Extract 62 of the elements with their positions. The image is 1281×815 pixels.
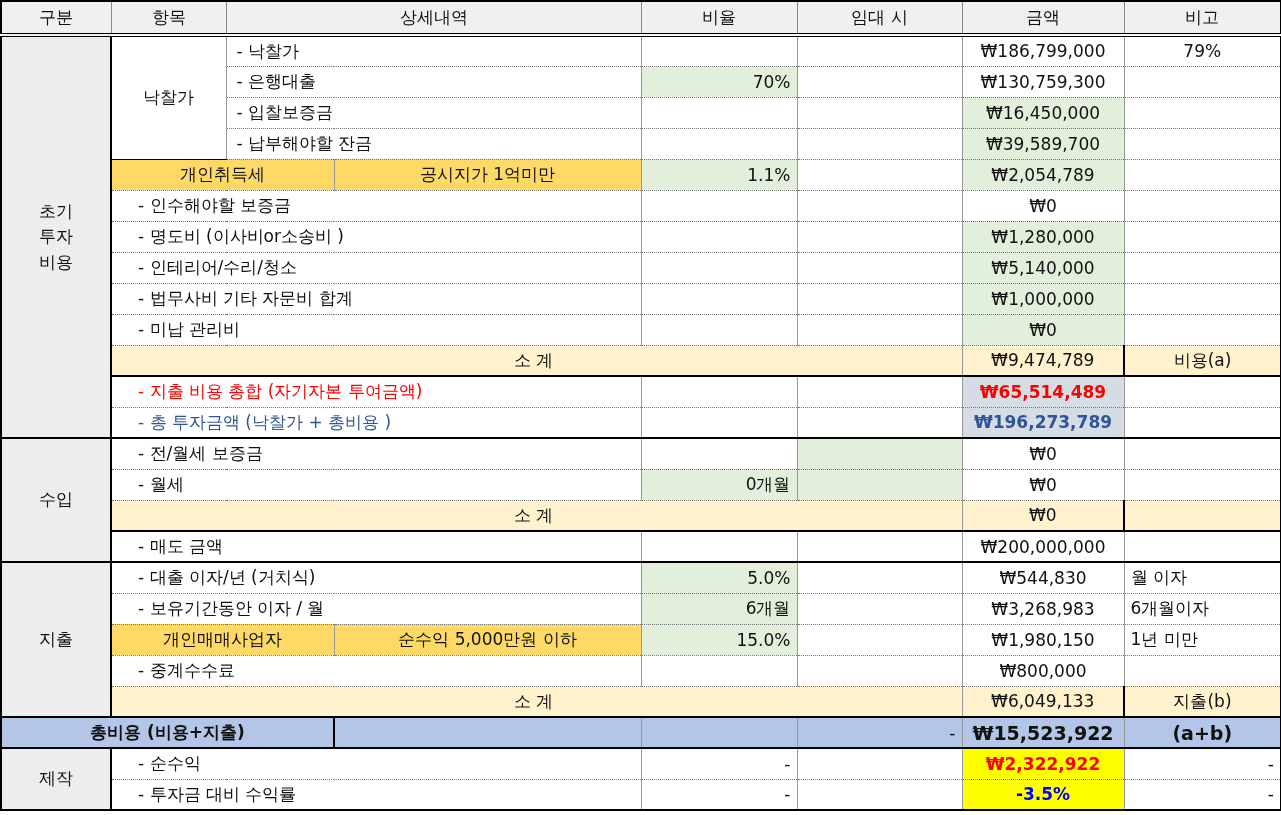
ratio-value: 0개월 <box>641 469 797 500</box>
column-header: 비율 <box>641 1 797 35</box>
subtotal-label: 소 계 <box>111 500 962 531</box>
amount-value: ₩0 <box>962 438 1124 469</box>
amount-value: ₩1,280,000 <box>962 221 1124 252</box>
amount-value: ₩2,054,789 <box>962 159 1124 190</box>
amount-value: ₩5,140,000 <box>962 252 1124 283</box>
row-label: - 명도비 (이사비or소송비 ) <box>111 221 641 252</box>
subtotal-label: 소 계 <box>111 686 962 717</box>
amount-value: ₩6,049,133 <box>962 686 1124 717</box>
rental-value: - <box>797 717 962 748</box>
amount-value: ₩544,830 <box>962 562 1124 593</box>
column-header: 금액 <box>962 1 1124 35</box>
row-label: - 순수익 <box>111 748 641 779</box>
ratio-value: 15.0% <box>641 624 797 655</box>
note-text: 비용(a) <box>1124 345 1281 376</box>
row-label: - 입찰보증금 <box>226 97 641 128</box>
section-label: 초기 투자 비용 <box>1 35 111 438</box>
note-text: (a+b) <box>1124 717 1281 748</box>
amount-value: ₩1,980,150 <box>962 624 1124 655</box>
amount-value: ₩3,268,983 <box>962 593 1124 624</box>
amount-value: ₩65,514,489 <box>962 376 1124 407</box>
row-label: - 대출 이자/년 (거치식) <box>111 562 641 593</box>
column-header: 상세내역 <box>226 1 641 35</box>
ratio-value: 6개월 <box>641 593 797 624</box>
tax-label: 개인취득세 <box>111 159 334 190</box>
column-header: 구분 <box>1 1 111 35</box>
condition-text: 순수익 5,000만원 이하 <box>334 624 641 655</box>
row-label: - 인테리어/수리/청소 <box>111 252 641 283</box>
note-text: 지출(b) <box>1124 686 1281 717</box>
condition-text: 공시지가 1억미만 <box>334 159 641 190</box>
amount-value: ₩186,799,000 <box>962 35 1124 66</box>
column-header: 임대 시 <box>797 1 962 35</box>
row-label: - 인수해야할 보증금 <box>111 190 641 221</box>
amount-value: ₩15,523,922 <box>962 717 1124 748</box>
amount-value: ₩0 <box>962 314 1124 345</box>
amount-value: ₩16,450,000 <box>962 97 1124 128</box>
subtotal-label: 소 계 <box>111 345 962 376</box>
amount-value: ₩0 <box>962 500 1124 531</box>
amount-value: -3.5% <box>962 779 1124 810</box>
row-label: - 낙찰가 <box>226 35 641 66</box>
tax-label: 개인매매사업자 <box>111 624 334 655</box>
column-header: 항목 <box>111 1 226 35</box>
note-text: 월 이자 <box>1124 562 1281 593</box>
amount-value: ₩2,322,922 <box>962 748 1124 779</box>
amount-value: ₩196,273,789 <box>962 407 1124 438</box>
amount-value: ₩9,474,789 <box>962 345 1124 376</box>
ratio-value: 5.0% <box>641 562 797 593</box>
ratio-value: - <box>641 748 797 779</box>
amount-value: ₩39,589,700 <box>962 128 1124 159</box>
row-label: - 지출 비용 총합 (자기자본 투여금액) <box>111 376 641 407</box>
section-label: 지출 <box>1 562 111 717</box>
row-label: - 법무사비 기타 자문비 합계 <box>111 283 641 314</box>
row-label: - 은행대출 <box>226 66 641 97</box>
total-label: 총비용 (비용+지출) <box>1 717 334 748</box>
ratio-value: 70% <box>641 66 797 97</box>
row-label: - 전/월세 보증금 <box>111 438 641 469</box>
section-label: 제작 <box>1 748 111 810</box>
ratio-value: 1.1% <box>641 159 797 190</box>
column-header: 비고 <box>1124 1 1281 35</box>
amount-value: ₩1,000,000 <box>962 283 1124 314</box>
section-label: 수입 <box>1 438 111 562</box>
